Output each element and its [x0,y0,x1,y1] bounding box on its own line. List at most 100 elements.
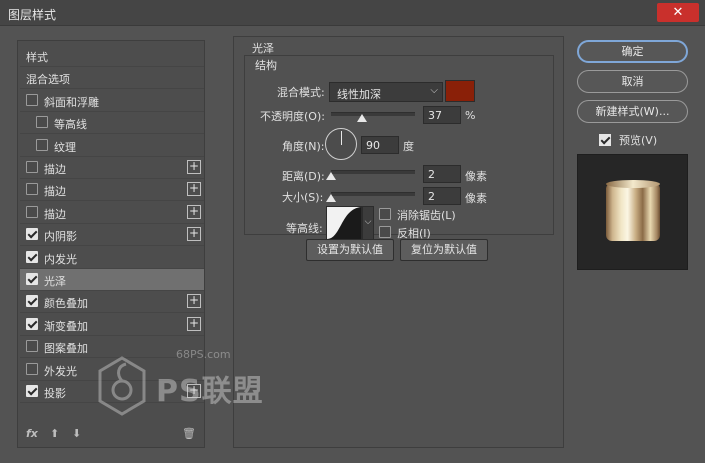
size-slider[interactable] [331,192,415,196]
style-list-label: 投影 [44,387,66,400]
style-checkbox[interactable] [36,116,48,129]
antialias-checkbox[interactable] [379,208,391,220]
preview-checkbox[interactable] [599,134,611,146]
style-list-label: 混合选项 [26,73,70,87]
blend-mode-label: 混合模式: [277,86,325,99]
style-checkbox[interactable] [26,362,38,375]
move-up-icon[interactable]: ⬆ [50,427,59,440]
angle-unit: 度 [403,140,414,153]
angle-needle [341,131,342,145]
size-slider-thumb[interactable] [326,194,336,202]
style-list-item[interactable]: 描边 + [20,202,204,224]
layer-style-dialog: 样式 混合选项 斜面和浮雕 等高线 纹理 描边 + 描边 + 描边 + 内阴影 + 内发光 光泽 颜色叠加 + 渐… [0,26,705,463]
ok-button[interactable]: 确定 [577,40,688,63]
angle-input[interactable]: 90 [361,136,399,154]
style-list-label: 渐变叠加 [44,319,88,333]
ps-union-logo-icon [98,356,146,416]
invert-checkbox[interactable] [379,226,391,238]
fx-icon[interactable]: fx [26,427,38,440]
satin-panel: 光泽 结构 混合模式: 线性加深 ⌵ 不透明度(O): 37 % 角度(N): … [233,36,564,448]
style-preview [577,154,688,270]
style-checkbox[interactable] [26,183,38,196]
title-bar: 图层样式 ✕ [0,0,705,26]
style-list-label: 描边 [44,185,66,199]
style-list-item[interactable]: 斜面和浮雕 [20,90,204,112]
style-list-label: 外发光 [44,364,77,378]
distance-label: 距离(D): [282,170,325,183]
style-checkbox[interactable] [26,295,38,308]
trash-icon[interactable]: 🗑 [182,427,196,440]
window-title: 图层样式 [8,8,57,22]
opacity-input[interactable]: 37 [423,106,461,124]
satin-color-swatch[interactable] [445,80,475,102]
distance-slider[interactable] [331,170,415,174]
style-checkbox[interactable] [26,205,38,218]
style-list-item[interactable]: 渐变叠加 + [20,314,204,336]
style-checkbox[interactable] [36,138,48,151]
angle-dial[interactable] [325,128,357,160]
style-list-item[interactable]: 描边 + [20,157,204,179]
opacity-unit: % [465,109,476,122]
distance-slider-thumb[interactable] [326,172,336,180]
contour-preview[interactable] [326,206,362,240]
style-checkbox[interactable] [26,340,38,353]
watermark-site: 68PS.com [176,348,231,361]
blend-mode-value: 线性加深 [337,88,381,101]
preview-thumbnail [606,180,660,241]
contour-dropdown[interactable]: ⌵ [362,206,374,240]
add-effect-icon[interactable]: + [187,204,201,219]
style-list-label: 内发光 [44,252,77,266]
reset-default-button[interactable]: 复位为默认值 [400,239,488,261]
style-list-label: 等高线 [54,118,87,132]
style-list-item[interactable]: 描边 + [20,179,204,202]
opacity-slider-thumb[interactable] [357,114,368,122]
opacity-slider[interactable] [331,112,415,116]
move-down-icon[interactable]: ⬇ [72,427,81,440]
add-effect-icon[interactable]: + [187,316,201,331]
style-list-item[interactable]: 样式 [20,45,204,67]
size-unit: 像素 [465,192,487,205]
add-effect-icon[interactable]: + [187,160,201,174]
style-checkbox[interactable] [26,250,38,263]
distance-unit: 像素 [465,170,487,183]
style-checkbox[interactable] [26,161,38,173]
style-checkbox[interactable] [26,385,38,397]
blend-mode-select[interactable]: 线性加深 ⌵ [329,82,443,102]
set-default-button[interactable]: 设置为默认值 [306,239,394,261]
style-list-item[interactable]: 纹理 [20,135,204,157]
cancel-button[interactable]: 取消 [577,70,688,93]
style-list-label: 颜色叠加 [44,297,88,311]
angle-label: 角度(N): [282,140,325,153]
style-list-label: 样式 [26,51,48,64]
new-style-button[interactable]: 新建样式(W)... [577,100,688,123]
structure-group: 结构 混合模式: 线性加深 ⌵ 不透明度(O): 37 % 角度(N): 90 … [244,55,554,240]
style-list-label: 光泽 [44,275,66,288]
antialias-label: 消除锯齿(L) [397,209,456,222]
watermark-brand: PS联盟 [156,374,264,409]
close-button[interactable]: ✕ [657,3,699,22]
add-effect-icon[interactable]: + [187,227,201,242]
style-checkbox[interactable] [26,228,38,241]
style-checkbox[interactable] [26,273,38,285]
style-list-item[interactable]: 混合选项 [20,67,204,90]
style-list-item[interactable]: 内发光 [20,247,204,269]
style-checkbox[interactable] [26,317,38,330]
size-input[interactable]: 2 [423,187,461,205]
chevron-down-icon: ⌵ [430,85,438,96]
style-list-item[interactable]: 内阴影 + [20,224,204,247]
preview-label: 预览(V) [619,134,658,147]
style-list-item[interactable]: 颜色叠加 + [20,291,204,314]
style-checkbox[interactable] [26,93,38,106]
contour-curve-icon [327,207,361,239]
distance-input[interactable]: 2 [423,165,461,183]
contour-label: 等高线: [286,222,323,235]
add-effect-icon[interactable]: + [187,182,201,197]
style-list-item[interactable]: 光泽 [20,269,204,291]
style-list-label: 图案叠加 [44,342,88,356]
size-label: 大小(S): [282,191,324,204]
style-list-label: 纹理 [54,140,76,154]
add-effect-icon[interactable]: + [187,294,201,309]
style-list-label: 描边 [44,207,66,221]
style-list-item[interactable]: 等高线 [20,112,204,135]
style-list-label: 斜面和浮雕 [44,95,99,109]
